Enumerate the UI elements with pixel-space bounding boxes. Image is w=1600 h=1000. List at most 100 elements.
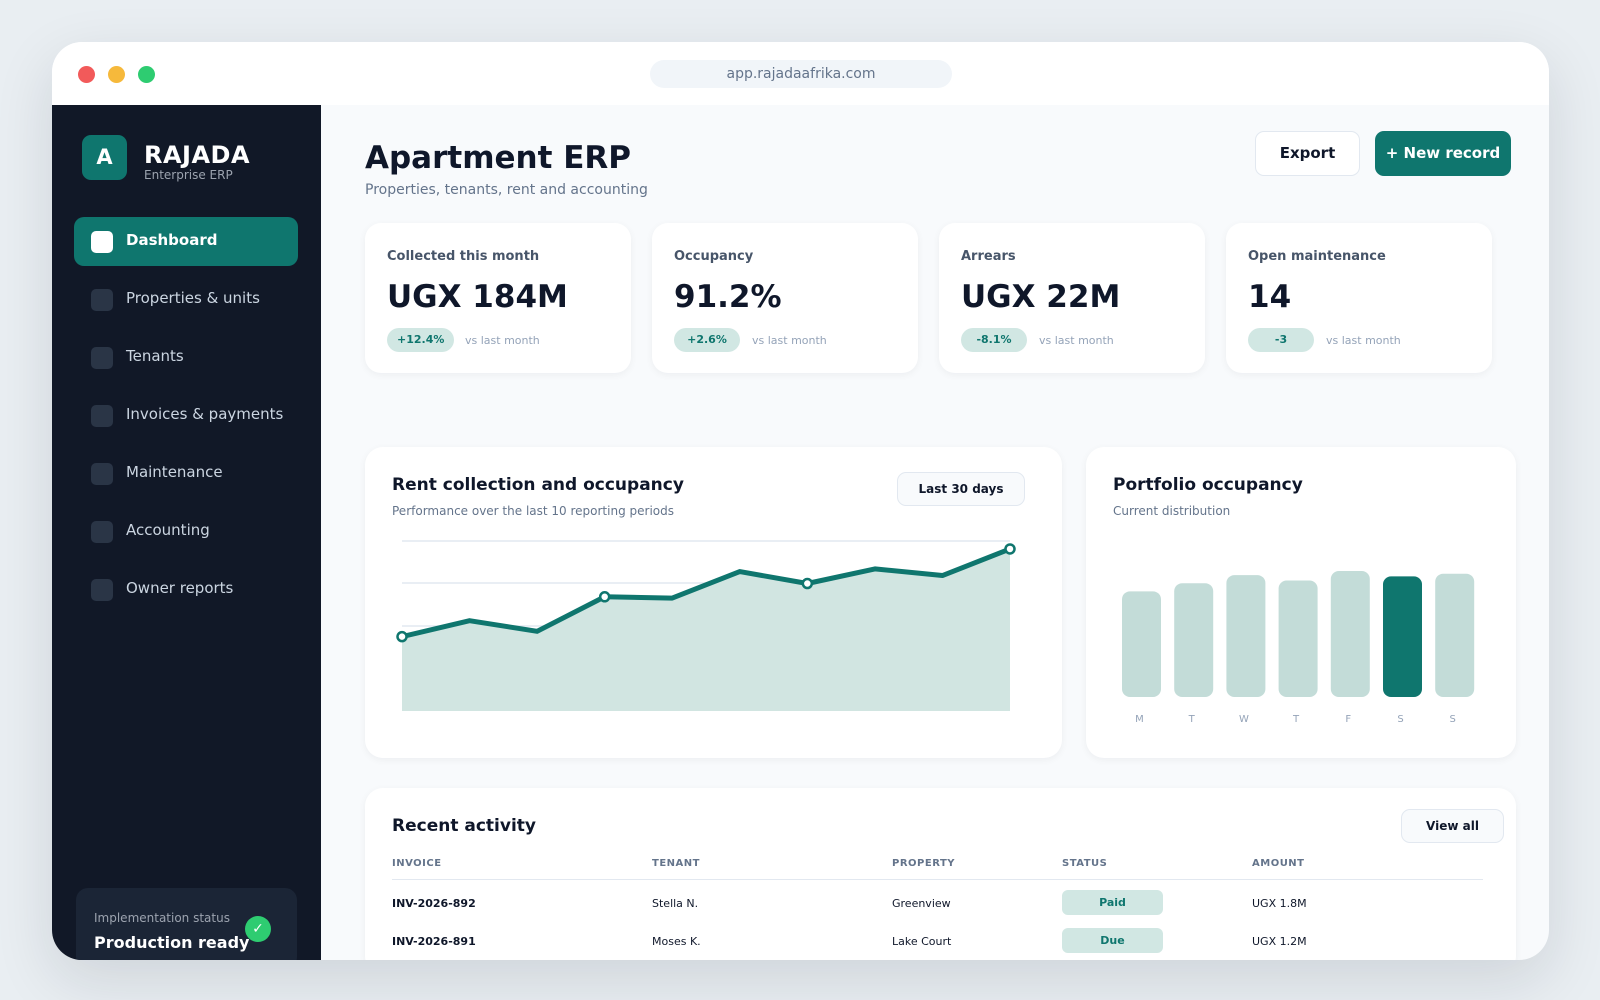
bar xyxy=(1330,571,1370,697)
tenants-icon xyxy=(91,347,113,369)
kpi-card-arrears: Arrears UGX 22M -8.1% vs last month xyxy=(939,223,1205,373)
status-value: Production ready xyxy=(94,933,250,952)
sidebar-item-label: Tenants xyxy=(126,347,184,365)
dashboard-icon xyxy=(91,231,113,253)
kpi-comparison: vs last month xyxy=(1039,334,1114,347)
brand-name: RAJADA xyxy=(144,141,251,169)
sidebar-nav: Dashboard Properties & units Tenants Inv… xyxy=(74,217,298,623)
page-title: Apartment ERP xyxy=(365,140,631,176)
bar xyxy=(1435,573,1475,697)
address-bar[interactable]: app.rajadaafrika.com xyxy=(650,60,952,88)
properties-icon xyxy=(91,289,113,311)
sidebar-item-dashboard[interactable]: Dashboard xyxy=(74,217,298,266)
property-cell: Greenview xyxy=(892,897,951,910)
recent-activity-panel: Recent activity View all INVOICE TENANT … xyxy=(365,788,1516,960)
sidebar-item-label: Accounting xyxy=(126,521,210,539)
table-divider xyxy=(392,879,1483,880)
sidebar-item-maintenance[interactable]: Maintenance xyxy=(74,449,298,498)
status-label: Implementation status xyxy=(94,911,230,925)
bar-tick-label: T xyxy=(1188,714,1196,725)
sidebar-item-label: Dashboard xyxy=(126,231,218,249)
accounting-icon xyxy=(91,521,113,543)
property-cell: Lake Court xyxy=(892,935,952,948)
delta-badge: +2.6% xyxy=(674,328,740,352)
bar xyxy=(1278,580,1318,697)
invoices-icon xyxy=(91,405,113,427)
column-header-tenant[interactable]: TENANT xyxy=(652,858,700,869)
kpi-label: Occupancy xyxy=(674,249,754,264)
bar-tick-label: S xyxy=(1397,714,1403,725)
sidebar-item-properties[interactable]: Properties & units xyxy=(74,275,298,324)
kpi-value: 91.2% xyxy=(674,279,782,315)
invoice-cell: INV-2026-892 xyxy=(392,897,476,910)
minimize-window-icon[interactable] xyxy=(108,66,125,83)
kpi-comparison: vs last month xyxy=(752,334,827,347)
data-point xyxy=(801,577,814,590)
export-button[interactable]: Export xyxy=(1255,131,1360,176)
kpi-value: UGX 22M xyxy=(961,279,1121,315)
owner-reports-icon xyxy=(91,579,113,601)
delta-badge: +12.4% xyxy=(387,328,455,352)
kpi-card-maintenance: Open maintenance 14 -3 vs last month xyxy=(1226,223,1492,373)
rent-collection-chart xyxy=(396,540,1016,711)
column-header-invoice[interactable]: INVOICE xyxy=(392,858,442,869)
browser-titlebar: app.rajadaafrika.com xyxy=(52,42,1549,105)
column-header-amount[interactable]: AMOUNT xyxy=(1252,858,1305,869)
invoice-cell: INV-2026-891 xyxy=(392,935,476,948)
kpi-value: UGX 184M xyxy=(387,279,568,315)
bar xyxy=(1383,576,1422,697)
kpi-card-occupancy: Occupancy 91.2% +2.6% vs last month xyxy=(652,223,918,373)
view-all-button[interactable]: View all xyxy=(1401,809,1504,843)
kpi-comparison: vs last month xyxy=(1326,334,1401,347)
bar-tick-label: S xyxy=(1450,714,1456,725)
bar-tick-label: T xyxy=(1292,714,1300,725)
maintenance-icon xyxy=(91,463,113,485)
new-record-button[interactable]: + New record xyxy=(1375,131,1511,176)
check-icon: ✓ xyxy=(245,916,271,942)
kpi-label: Open maintenance xyxy=(1248,249,1386,264)
bar-tick-label: F xyxy=(1345,714,1351,725)
amount-cell: UGX 1.2M xyxy=(1252,935,1307,948)
bar-tick-label: M xyxy=(1135,714,1144,725)
sidebar-item-owner-reports[interactable]: Owner reports xyxy=(74,565,298,614)
tenant-cell: Stella N. xyxy=(652,897,699,910)
sidebar-item-label: Properties & units xyxy=(126,289,260,307)
delta-badge: -3 xyxy=(1248,328,1314,352)
bar xyxy=(1174,583,1214,697)
kpi-comparison: vs last month xyxy=(465,334,540,347)
rent-collection-panel: Rent collection and occupancy Performanc… xyxy=(365,447,1062,758)
sidebar-item-tenants[interactable]: Tenants xyxy=(74,333,298,382)
sidebar: A RAJADA Enterprise ERP Dashboard Proper… xyxy=(52,105,321,960)
brand-subtitle: Enterprise ERP xyxy=(144,168,233,182)
occupancy-bar-chart: MTWTFSS xyxy=(1122,571,1475,725)
data-point xyxy=(598,591,611,603)
kpi-card-collected: Collected this month UGX 184M +12.4% vs … xyxy=(365,223,631,373)
kpi-label: Collected this month xyxy=(387,249,540,264)
data-point xyxy=(1004,543,1016,555)
logo-icon: A xyxy=(82,135,127,180)
tenant-cell: Moses K. xyxy=(652,935,701,948)
portfolio-occupancy-panel: Portfolio occupancy Current distribution… xyxy=(1086,447,1516,758)
delta-badge: -8.1% xyxy=(961,328,1027,352)
bar xyxy=(1226,575,1266,697)
bar xyxy=(1122,591,1161,697)
sidebar-item-label: Invoices & payments xyxy=(126,405,284,423)
sidebar-item-label: Owner reports xyxy=(126,579,234,597)
sidebar-item-invoices[interactable]: Invoices & payments xyxy=(74,391,298,440)
status-badge: Paid xyxy=(1062,890,1163,915)
sidebar-item-label: Maintenance xyxy=(126,463,223,481)
amount-cell: UGX 1.8M xyxy=(1252,897,1307,910)
bar-tick-label: W xyxy=(1239,714,1249,725)
column-header-status[interactable]: STATUS xyxy=(1062,858,1107,869)
main-content: Apartment ERP Properties, tenants, rent … xyxy=(321,105,1549,960)
maximize-window-icon[interactable] xyxy=(138,66,155,83)
app-window: app.rajadaafrika.com A RAJADA Enterprise… xyxy=(52,42,1549,960)
close-window-icon[interactable] xyxy=(78,66,95,83)
page-subtitle: Properties, tenants, rent and accounting xyxy=(365,182,648,198)
data-point xyxy=(396,630,408,643)
sidebar-item-accounting[interactable]: Accounting xyxy=(74,507,298,556)
kpi-label: Arrears xyxy=(961,249,1016,264)
status-badge: Due xyxy=(1062,928,1163,953)
column-header-property[interactable]: PROPERTY xyxy=(892,858,955,869)
implementation-status-card: Implementation status Production ready ✓ xyxy=(76,888,297,960)
